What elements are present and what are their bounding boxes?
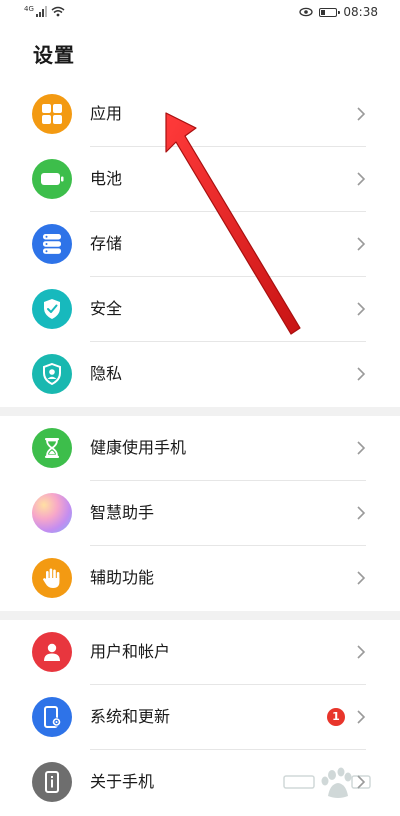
user-icon xyxy=(32,632,72,672)
chevron-right-icon xyxy=(357,302,366,316)
status-right: 08:38 xyxy=(299,5,378,19)
chevron-right-icon xyxy=(357,107,366,121)
section-separator xyxy=(0,407,400,416)
settings-item-smart-assistant[interactable]: 智慧助手 xyxy=(0,481,400,546)
chevron-right-icon xyxy=(357,172,366,186)
page-title: 设置 xyxy=(33,43,75,67)
hand-icon xyxy=(32,558,72,598)
settings-item-digital-balance[interactable]: 健康使用手机 xyxy=(0,416,400,481)
privacy-shield-icon xyxy=(32,354,72,394)
settings-item-label: 隐私 xyxy=(90,364,123,383)
settings-item-apps[interactable]: 应用 xyxy=(0,82,400,147)
apps-grid-icon xyxy=(32,94,72,134)
settings-item-label: 安全 xyxy=(90,299,123,318)
settings-item-label: 存储 xyxy=(90,234,123,253)
settings-item-security[interactable]: 安全 xyxy=(0,277,400,342)
baidu-watermark-logo xyxy=(283,767,371,798)
chevron-right-icon xyxy=(357,506,366,520)
network-type: 4G xyxy=(24,5,34,13)
shield-check-icon xyxy=(32,289,72,329)
settings-item-label: 健康使用手机 xyxy=(90,438,187,457)
chevron-right-icon xyxy=(357,710,366,724)
clock: 08:38 xyxy=(343,5,378,19)
status-bar: 4G 08:38 xyxy=(0,0,400,26)
phone-info-icon xyxy=(32,762,72,802)
storage-icon xyxy=(32,224,72,264)
settings-item-users-accounts[interactable]: 用户和帐户 xyxy=(0,620,400,685)
settings-item-label: 电池 xyxy=(90,169,123,188)
settings-item-label: 辅助功能 xyxy=(90,568,155,587)
phone-settings-icon xyxy=(32,697,72,737)
settings-item-storage[interactable]: 存储 xyxy=(0,212,400,277)
chevron-right-icon xyxy=(357,367,366,381)
wifi-icon xyxy=(51,6,65,17)
battery-icon xyxy=(32,159,72,199)
assistant-orb-icon xyxy=(32,493,72,533)
chevron-right-icon xyxy=(357,441,366,455)
chevron-right-icon xyxy=(357,237,366,251)
settings-item-label: 系统和更新 xyxy=(90,707,171,726)
update-count-badge: 1 xyxy=(327,708,345,726)
battery-status-icon xyxy=(319,7,341,17)
section-separator xyxy=(0,611,400,620)
settings-item-privacy[interactable]: 隐私 xyxy=(0,342,400,407)
settings-item-system-update[interactable]: 系统和更新 1 xyxy=(0,685,400,750)
chevron-right-icon xyxy=(357,571,366,585)
settings-item-label: 智慧助手 xyxy=(90,503,155,522)
settings-item-battery[interactable]: 电池 xyxy=(0,147,400,212)
chevron-right-icon xyxy=(357,645,366,659)
settings-item-accessibility[interactable]: 辅助功能 xyxy=(0,546,400,611)
status-left: 4G xyxy=(24,6,65,17)
signal-icon xyxy=(35,6,47,17)
hourglass-icon xyxy=(32,428,72,468)
settings-item-label: 关于手机 xyxy=(90,772,155,791)
settings-item-label: 应用 xyxy=(90,104,123,123)
eye-comfort-icon xyxy=(299,7,314,17)
settings-item-label: 用户和帐户 xyxy=(90,642,171,661)
